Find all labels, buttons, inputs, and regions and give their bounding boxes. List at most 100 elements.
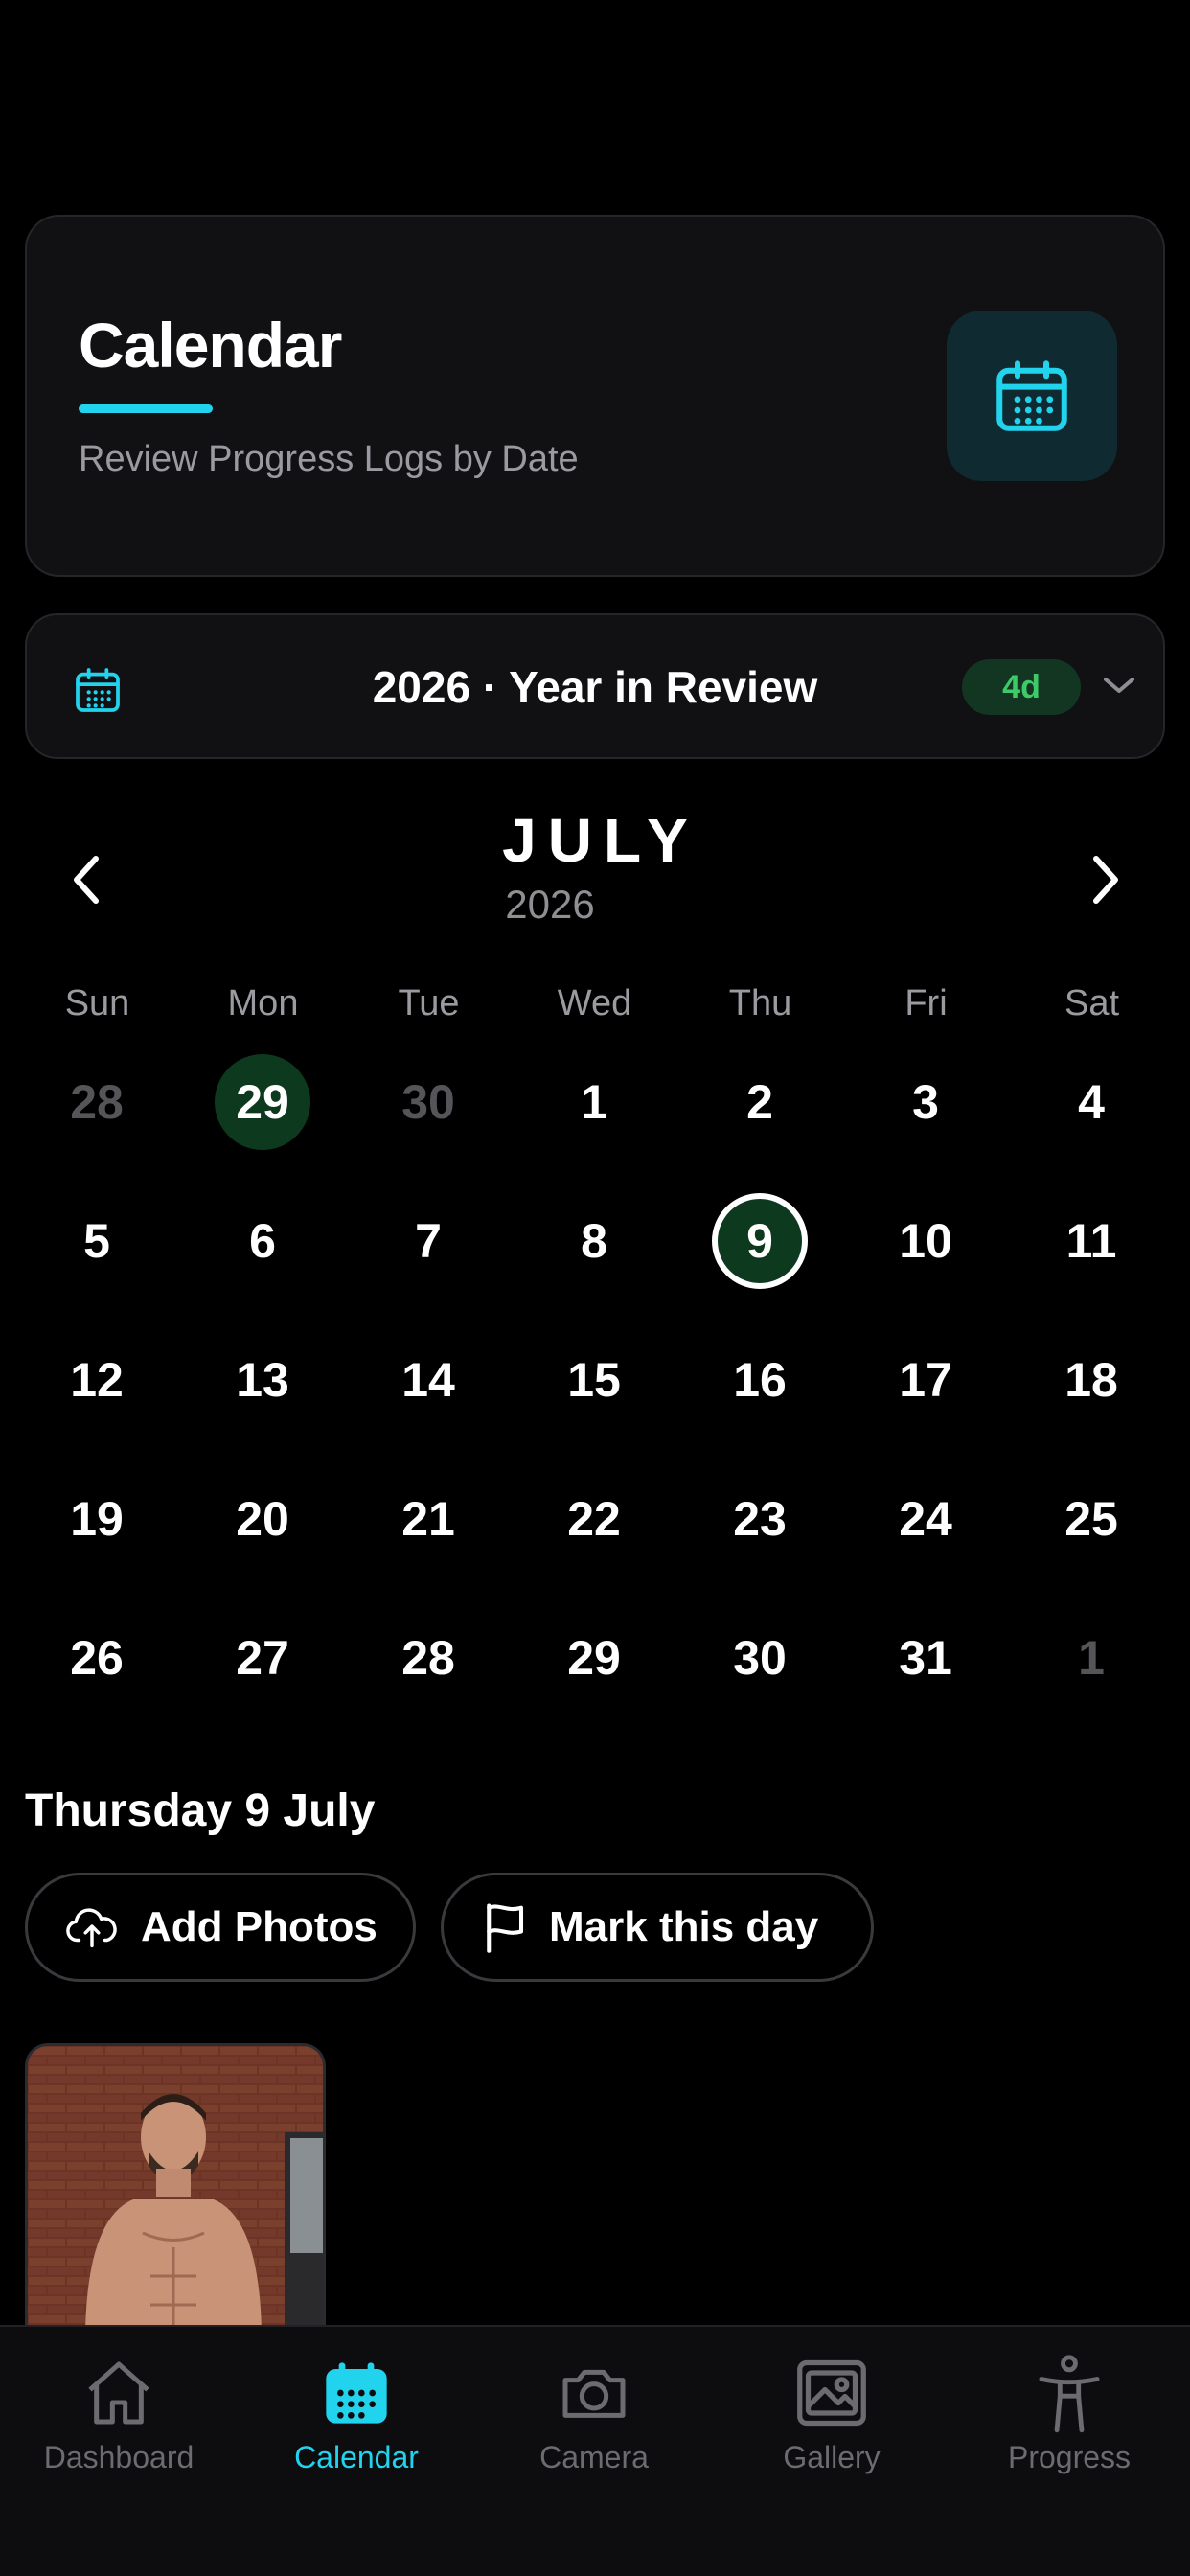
weekday-label: Wed <box>557 983 632 1024</box>
weekday-label: Mon <box>227 983 299 1024</box>
day-number: 31 <box>899 1631 952 1685</box>
calendar-day[interactable]: 29 <box>191 1054 334 1150</box>
add-photos-button[interactable]: Add Photos <box>25 1873 416 1982</box>
calendar-day[interactable]: 1 <box>522 1054 666 1150</box>
day-number: 1 <box>1078 1631 1105 1685</box>
day-number: 22 <box>567 1492 621 1546</box>
add-photos-label: Add Photos <box>141 1903 378 1950</box>
calendar-day[interactable]: 25 <box>1019 1471 1163 1567</box>
day-number: 18 <box>1064 1353 1118 1407</box>
day-number: 8 <box>581 1214 607 1268</box>
weekday-label: Sat <box>1064 983 1120 1024</box>
header-card: Calendar Review Progress Logs by Date <box>25 215 1165 577</box>
calendar-day[interactable]: 22 <box>522 1471 666 1567</box>
calendar-day[interactable]: 7 <box>356 1193 500 1289</box>
calendar-day[interactable]: 30 <box>688 1610 832 1706</box>
tab-dashboard[interactable]: Dashboard <box>0 2350 238 2475</box>
day-number: 20 <box>236 1492 289 1546</box>
tab-label: Gallery <box>783 2440 881 2474</box>
month-year: 2026 <box>505 882 595 927</box>
day-number: 5 <box>83 1214 110 1268</box>
selected-date-title: Thursday 9 July <box>25 1785 376 1836</box>
calendar-day[interactable]: 29 <box>522 1610 666 1706</box>
calendar-day[interactable]: 6 <box>191 1193 334 1289</box>
calendar-day[interactable]: 13 <box>191 1332 334 1428</box>
camera-icon <box>562 2369 626 2418</box>
day-number: 2 <box>746 1075 773 1129</box>
weekday-label: Thu <box>728 983 792 1024</box>
day-number: 28 <box>401 1631 455 1685</box>
cloud-upload-icon <box>66 1908 117 1948</box>
day-number: 27 <box>236 1631 289 1685</box>
flag-icon <box>487 1903 524 1953</box>
page-subtitle: Review Progress Logs by Date <box>79 439 579 479</box>
calendar-day[interactable]: 24 <box>854 1471 997 1567</box>
calendar-day[interactable]: 27 <box>191 1610 334 1706</box>
calendar-day[interactable]: 10 <box>854 1193 997 1289</box>
progress-photo-image <box>28 2046 323 2331</box>
tab-label: Dashboard <box>43 2440 195 2474</box>
day-number: 16 <box>733 1353 787 1407</box>
day-number: 29 <box>567 1631 621 1685</box>
calendar-day[interactable]: 14 <box>356 1332 500 1428</box>
tab-progress[interactable]: Progress <box>950 2350 1188 2475</box>
day-number: 17 <box>899 1353 952 1407</box>
calendar-day[interactable]: 19 <box>25 1471 169 1567</box>
calendar-day[interactable]: 2 <box>688 1054 832 1150</box>
tab-gallery[interactable]: Gallery <box>713 2350 950 2475</box>
next-month-button[interactable] <box>1083 853 1129 907</box>
calendar-grid: 28 29 30 1 2 3 4 5 6 7 8 9 10 11 12 13 14 15 16 17 18 19 20 21 2… <box>0 1054 1190 1725</box>
calendar-day[interactable]: 5 <box>25 1193 169 1289</box>
calendar-day[interactable]: 28 <box>356 1610 500 1706</box>
today-indicator: 9 <box>712 1193 808 1289</box>
streak-badge: 4d <box>962 659 1081 715</box>
person-icon <box>1039 2355 1100 2433</box>
day-number: 14 <box>401 1353 455 1407</box>
calendar-day[interactable]: 18 <box>1019 1332 1163 1428</box>
title-underline <box>79 404 213 413</box>
calendar-day[interactable]: 31 <box>854 1610 997 1706</box>
calendar-day[interactable]: 16 <box>688 1332 832 1428</box>
year-review-bar[interactable]: 2026 · Year in Review 4d <box>25 613 1165 759</box>
calendar-day-selected[interactable]: 9 <box>688 1193 832 1289</box>
calendar-day[interactable]: 3 <box>854 1054 997 1150</box>
calendar-day[interactable]: 12 <box>25 1332 169 1428</box>
calendar-day[interactable]: 15 <box>522 1332 666 1428</box>
calendar-day[interactable]: 17 <box>854 1332 997 1428</box>
day-number: 7 <box>415 1214 442 1268</box>
calendar-day[interactable]: 20 <box>191 1471 334 1567</box>
tab-label: Camera <box>539 2440 649 2474</box>
calendar-icon <box>996 360 1067 431</box>
day-number: 30 <box>733 1631 787 1685</box>
day-number: 25 <box>1064 1492 1118 1546</box>
day-number: 23 <box>733 1492 787 1546</box>
chevron-down-icon[interactable] <box>1100 671 1138 700</box>
day-number: 12 <box>70 1353 124 1407</box>
day-number: 15 <box>567 1353 621 1407</box>
progress-photo-thumbnail[interactable] <box>25 2043 326 2331</box>
day-number: 4 <box>1078 1075 1105 1129</box>
calendar-day[interactable]: 28 <box>25 1054 169 1150</box>
day-number: 3 <box>912 1075 939 1129</box>
calendar-day[interactable]: 1 <box>1019 1610 1163 1706</box>
calendar-day[interactable]: 23 <box>688 1471 832 1567</box>
calendar-day[interactable]: 8 <box>522 1193 666 1289</box>
tab-calendar[interactable]: Calendar <box>238 2350 475 2475</box>
day-number: 10 <box>899 1214 952 1268</box>
day-number: 6 <box>249 1214 276 1268</box>
calendar-day[interactable]: 4 <box>1019 1054 1163 1150</box>
home-icon <box>88 2361 149 2425</box>
calendar-day[interactable]: 30 <box>356 1054 500 1150</box>
tab-camera[interactable]: Camera <box>475 2350 713 2475</box>
calendar-day[interactable]: 21 <box>356 1471 500 1567</box>
bottom-tab-bar: Dashboard Calendar Camera Gallery Progre… <box>0 2325 1190 2576</box>
calendar-day[interactable]: 26 <box>25 1610 169 1706</box>
day-number: 11 <box>1065 1214 1117 1268</box>
weekday-label: Sun <box>64 983 130 1024</box>
mark-day-button[interactable]: Mark this day <box>441 1873 874 1982</box>
header-calendar-button[interactable] <box>947 310 1117 481</box>
calendar-day[interactable]: 11 <box>1019 1193 1163 1289</box>
page-title: Calendar <box>79 310 342 380</box>
day-number: 21 <box>401 1492 455 1546</box>
day-number: 26 <box>70 1631 124 1685</box>
